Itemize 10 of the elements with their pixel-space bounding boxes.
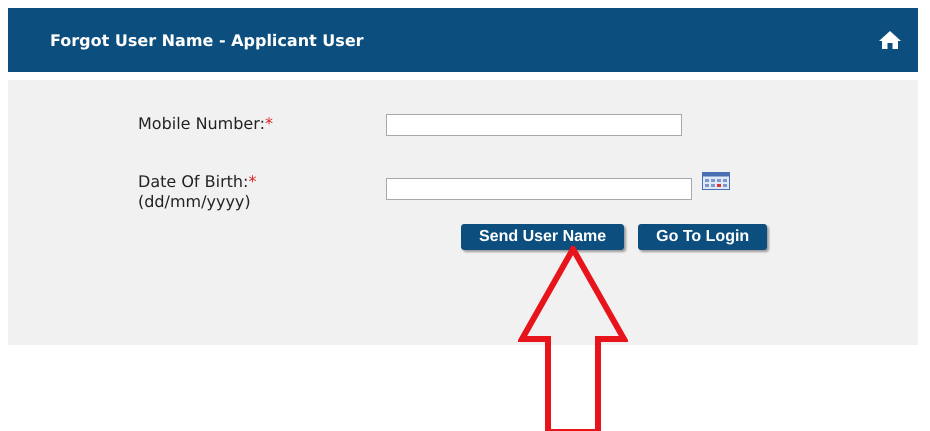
input-field[interactable]: [386, 114, 682, 136]
page-title: Forgot User Name - Applicant User: [50, 30, 364, 50]
calendar-icon[interactable]: [702, 172, 730, 190]
login-button[interactable]: Go To Login: [638, 224, 768, 250]
send-button[interactable]: Send User Name: [461, 224, 624, 250]
field-label: Mobile Number:*: [138, 114, 274, 134]
input-field[interactable]: [386, 178, 692, 200]
home-icon[interactable]: [878, 30, 902, 50]
field-label: Date Of Birth:*: [138, 172, 258, 192]
date-format-hint: (dd/mm/yyyy): [138, 192, 252, 212]
